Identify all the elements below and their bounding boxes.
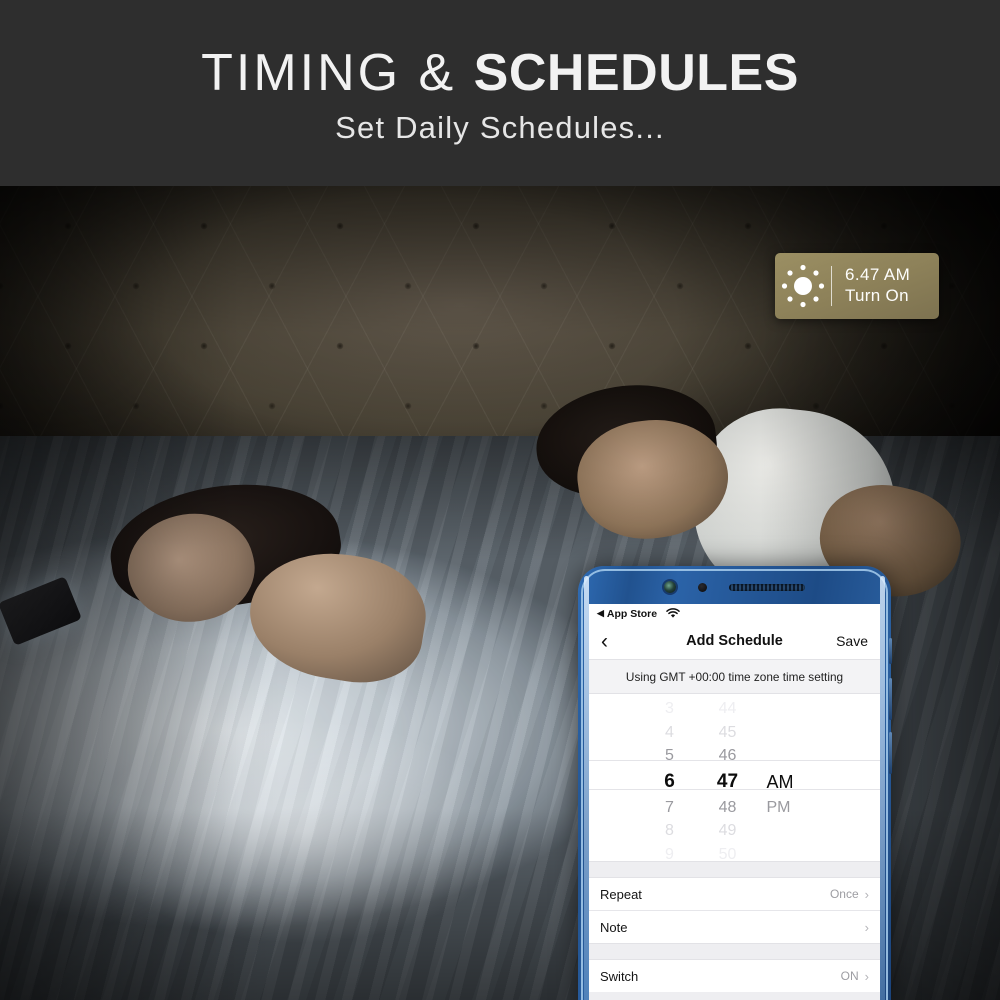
page-subtitle: Set Daily Schedules... (335, 110, 665, 145)
status-back-to-app[interactable]: ◀ App Store (597, 608, 657, 620)
hour-option[interactable]: 8 (641, 819, 699, 843)
phone-screen: ◀ App Store ‹ Add Schedule Save Using GM… (589, 604, 880, 1000)
sun-icon (775, 253, 831, 319)
header-band: TIMING & SCHEDULES Set Daily Schedules..… (0, 0, 1000, 186)
hour-option[interactable]: 4 (641, 721, 699, 745)
timezone-notice: Using GMT +00:00 time zone time setting (589, 659, 880, 694)
minute-option-selected[interactable]: 47 (699, 768, 757, 796)
wifi-icon (666, 608, 680, 619)
row-switch-value: ON (840, 969, 859, 983)
picker-selection-line-bottom (589, 789, 880, 790)
row-note[interactable]: Note › (589, 911, 880, 943)
picker-selection-line-top (589, 760, 880, 761)
hour-option-selected[interactable]: 6 (641, 768, 699, 796)
phone-top-bezel (588, 574, 881, 600)
minute-option[interactable]: 44 (699, 697, 757, 721)
back-triangle-icon: ◀ (597, 608, 604, 618)
row-repeat-label: Repeat (600, 886, 642, 902)
back-button[interactable]: ‹ (601, 631, 608, 652)
row-note-label: Note (600, 919, 628, 935)
save-button[interactable]: Save (836, 633, 868, 649)
row-switch[interactable]: Switch ON › (589, 960, 880, 992)
status-app-name: App Store (606, 607, 658, 620)
promo-screenshot: TIMING & SCHEDULES Set Daily Schedules..… (0, 0, 1000, 1000)
hour-option[interactable]: 3 (641, 697, 699, 721)
meridiem-option[interactable]: PM (767, 796, 829, 820)
minute-option[interactable]: 46 (699, 744, 757, 768)
chevron-right-icon: › (864, 968, 869, 984)
hour-column[interactable]: 3 4 5 6 7 8 9 (641, 697, 699, 861)
hour-option[interactable]: 9 (641, 843, 699, 862)
phone-edge-highlight-right (880, 576, 885, 1000)
front-camera-icon (664, 581, 676, 593)
page-title-thin: TIMING & (201, 44, 474, 102)
phone-mockup: ◀ App Store ‹ Add Schedule Save Using GM… (578, 566, 892, 1000)
status-bar: ◀ App Store (589, 604, 880, 623)
chevron-right-icon: › (864, 886, 869, 902)
list-footer-gap (589, 992, 880, 1000)
hour-option[interactable]: 7 (641, 796, 699, 820)
badge-action: Turn On (845, 286, 909, 305)
row-repeat-value: Once (829, 887, 859, 901)
time-picker[interactable]: 3 4 5 6 7 8 9 44 45 46 47 48 49 50 AM PM (589, 694, 880, 861)
proximity-sensor-icon (698, 582, 707, 592)
section-gap (589, 861, 880, 878)
meridiem-column[interactable]: - - - AM PM (757, 697, 829, 861)
schedule-badge: 6.47 AM Turn On (775, 253, 939, 319)
phone-power-button[interactable] (889, 638, 892, 664)
badge-text: 6.47 AM Turn On (832, 265, 910, 306)
chevron-right-icon: › (864, 919, 869, 935)
minute-option[interactable]: 45 (699, 721, 757, 745)
minute-option[interactable]: 49 (699, 819, 757, 843)
earpiece-speaker-icon (729, 583, 805, 591)
hour-option[interactable]: 5 (641, 744, 699, 768)
minute-option[interactable]: 48 (699, 796, 757, 820)
nav-bar: ‹ Add Schedule Save (589, 623, 880, 659)
phone-volume-up-button[interactable] (889, 678, 892, 720)
minute-column[interactable]: 44 45 46 47 48 49 50 (699, 697, 757, 861)
row-repeat[interactable]: Repeat Once › (589, 878, 880, 911)
section-gap-2 (589, 943, 880, 960)
meridiem-option-selected[interactable]: AM (767, 768, 829, 796)
page-title-bold: SCHEDULES (473, 44, 799, 102)
phone-volume-down-button[interactable] (889, 732, 892, 774)
minute-option[interactable]: 50 (699, 843, 757, 862)
page-title: TIMING & SCHEDULES (0, 46, 1000, 101)
badge-time: 6.47 AM (845, 265, 911, 285)
woman-sleeper (0, 466, 434, 706)
row-switch-label: Switch (600, 968, 639, 984)
